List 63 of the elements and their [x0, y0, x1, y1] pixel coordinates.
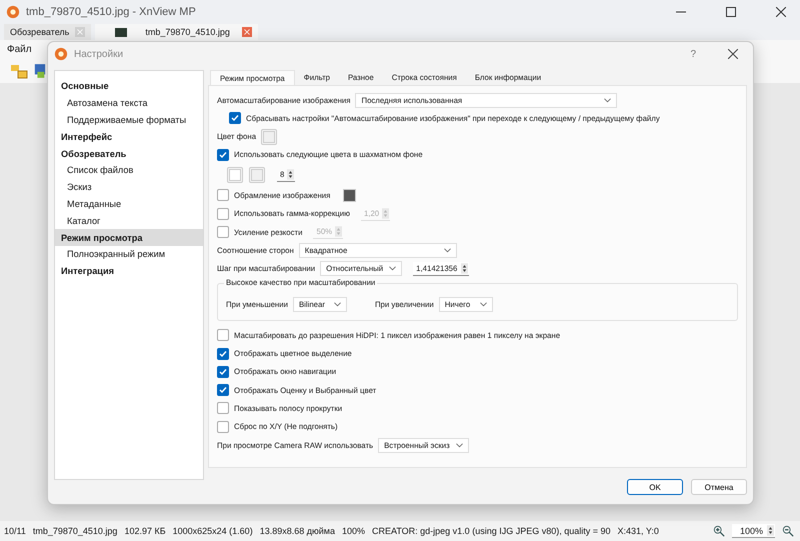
maximize-icon[interactable]	[726, 7, 736, 17]
checkbox[interactable]	[217, 366, 229, 378]
status-text: CREATOR: gd-jpeg v1.0 (using IJG JPEG v80), quality = 90	[372, 526, 611, 536]
checkbox[interactable]	[217, 329, 229, 342]
status-text: 13.89x8.68 дюйма	[260, 526, 335, 536]
color-swatch[interactable]	[261, 128, 278, 145]
checkbox[interactable]	[217, 208, 229, 220]
zoom-in-icon[interactable]	[712, 525, 725, 537]
document-tab[interactable]: tmb_79870_4510.jpg	[95, 24, 258, 40]
category-item[interactable]: Список файлов	[55, 162, 203, 179]
close-icon[interactable]	[728, 49, 738, 59]
menu-item[interactable]: Файл	[7, 44, 32, 55]
spin-arrows-icon[interactable]	[767, 525, 774, 536]
checkbox[interactable]	[217, 189, 229, 202]
status-text: 100%	[342, 526, 365, 536]
caret-icon	[480, 302, 487, 307]
close-icon[interactable]	[776, 7, 786, 17]
category-item[interactable]: Интеграция	[55, 262, 203, 280]
app-logo-icon	[6, 5, 20, 19]
help-button[interactable]: ?	[690, 48, 696, 60]
caret-icon	[604, 98, 612, 102]
color-swatch[interactable]	[249, 167, 265, 184]
status-text: X:431, Y:0	[618, 526, 659, 536]
category-item[interactable]: Автозамена текста	[55, 94, 203, 112]
caret-icon	[456, 442, 463, 448]
checkbox[interactable]	[217, 402, 229, 414]
status-text: 10/11	[4, 526, 26, 536]
category-item[interactable]: Основные	[55, 78, 203, 95]
category-item[interactable]: Полноэкранный режим	[55, 246, 203, 263]
app-logo-icon	[54, 47, 68, 61]
save-icon[interactable]	[34, 63, 46, 79]
caret-icon	[334, 302, 341, 307]
checkbox[interactable]	[217, 226, 229, 238]
status-text: 102.97 КБ	[124, 526, 166, 536]
status-text: tmb_79870_4510.jpg	[32, 526, 118, 536]
category-item[interactable]: Режим просмотра	[55, 229, 203, 246]
category-item[interactable]: Обозреватель	[55, 145, 203, 162]
dialog-title: Настройки	[74, 48, 124, 60]
spin-arrows-icon[interactable]	[461, 262, 468, 274]
dialog-button[interactable]: Отмена	[691, 479, 747, 495]
checkbox[interactable]	[217, 384, 229, 396]
folder-icon[interactable]	[10, 62, 28, 80]
checkbox[interactable]	[217, 148, 229, 161]
category-item[interactable]: Метаданные	[55, 196, 203, 212]
category-item[interactable]: Каталог	[55, 212, 203, 230]
status-text: 1000x625x24 (1.60)	[172, 526, 253, 536]
color-swatch[interactable]	[343, 188, 356, 202]
spin-arrows-icon[interactable]	[287, 169, 294, 180]
zoom-field[interactable]: 100%	[732, 524, 775, 538]
color-swatch[interactable]	[227, 167, 243, 184]
dialog-button[interactable]: OK	[627, 479, 683, 495]
zoom-out-icon[interactable]	[782, 525, 794, 537]
image-thumbnail	[115, 28, 128, 36]
checkbox[interactable]	[217, 420, 229, 433]
window-title: tmb_79870_4510.jpg - XnView MP	[26, 6, 196, 18]
category-item[interactable]: Эскиз	[55, 178, 203, 196]
checkbox[interactable]	[217, 348, 229, 360]
caret-icon	[389, 266, 396, 272]
document-tab[interactable]: Обозреватель	[4, 24, 92, 40]
category-item[interactable]: Интерфейс	[55, 128, 203, 146]
category-item[interactable]: Поддерживаемые форматы	[55, 112, 203, 128]
caret-icon	[444, 248, 451, 253]
checkbox[interactable]	[229, 112, 241, 124]
